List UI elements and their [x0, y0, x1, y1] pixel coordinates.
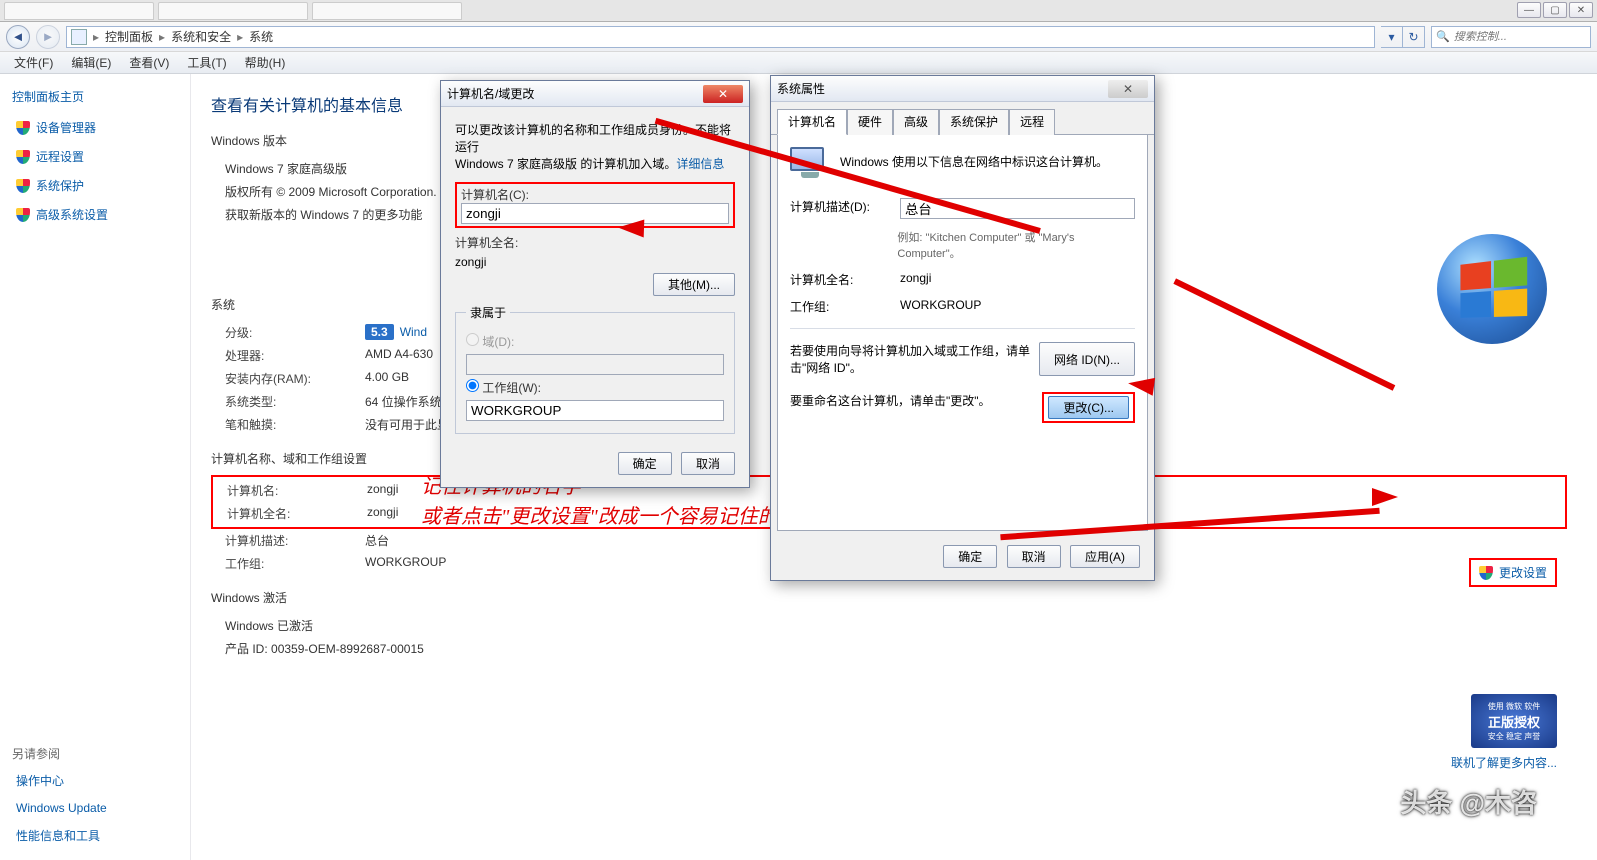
- browser-tab[interactable]: [4, 2, 154, 20]
- sidebar-home[interactable]: 控制面板主页: [12, 88, 178, 105]
- tab-computername[interactable]: 计算机名: [777, 109, 847, 135]
- maximize-button[interactable]: ▢: [1543, 2, 1567, 18]
- fullname-value: zongji: [900, 271, 931, 288]
- cancel-button[interactable]: 取消: [681, 452, 735, 475]
- arrow-head-icon: [618, 219, 645, 238]
- activation-status: Windows 已激活: [225, 617, 313, 634]
- change-button[interactable]: 更改(C)...: [1048, 396, 1129, 419]
- dialog-name-change: 计算机名/域更改 ✕ 可以更改该计算机的名称和工作组成员身份。不能将运行Wind…: [440, 80, 750, 488]
- sidebar: 控制面板主页 设备管理器 远程设置 系统保护 高级系统设置 另请参阅 操作中心 …: [0, 74, 190, 860]
- apply-button[interactable]: 应用(A): [1070, 545, 1140, 568]
- member-of-group: 隶属于 域(D): 工作组(W):: [455, 304, 735, 434]
- other-button[interactable]: 其他(M)...: [653, 273, 735, 296]
- windows-logo: [1437, 234, 1557, 354]
- network-id-button[interactable]: 网络 ID(N)...: [1039, 342, 1135, 376]
- menu-edit[interactable]: 编辑(E): [63, 52, 119, 73]
- ok-button[interactable]: 确定: [943, 545, 997, 568]
- arrow-head-icon: [1372, 488, 1398, 506]
- computer-name: zongji: [367, 482, 398, 499]
- shield-icon: [16, 150, 30, 164]
- minimize-button[interactable]: —: [1517, 2, 1541, 18]
- details-link[interactable]: 详细信息: [676, 157, 724, 171]
- menu-tool[interactable]: 工具(T): [179, 52, 234, 73]
- sidebar-remote[interactable]: 远程设置: [12, 146, 178, 167]
- systype-value: 64 位操作系统: [365, 393, 442, 410]
- control-panel-icon: [71, 29, 87, 45]
- tab-remote[interactable]: 远程: [1009, 109, 1055, 135]
- highlight-name-input: 计算机名(C):: [455, 182, 735, 228]
- forward-button[interactable]: ►: [36, 25, 60, 49]
- address-row: ◄ ► ▸ 控制面板 ▸ 系统和安全 ▸ 系统 ▾ ↻ 🔍: [0, 22, 1597, 52]
- menu-view[interactable]: 查看(V): [121, 52, 177, 73]
- dialog-system-properties: 系统属性 ✕ 计算机名 硬件 高级 系统保护 远程 Windows 使用以下信息…: [770, 75, 1155, 581]
- sidebar-windows-update[interactable]: Windows Update: [12, 799, 178, 817]
- arrow-head-icon: [1127, 374, 1155, 395]
- close-icon[interactable]: ✕: [703, 85, 743, 103]
- computer-name-input[interactable]: [461, 203, 729, 224]
- tab-hardware[interactable]: 硬件: [847, 109, 893, 135]
- section-activation: Windows 激活: [211, 589, 1567, 606]
- watermark: 头条 @木咨: [1400, 783, 1537, 820]
- cpu-value: AMD A4-630: [365, 347, 433, 364]
- workgroup-radio[interactable]: [466, 379, 479, 392]
- dialog-title: 系统属性: [777, 80, 825, 97]
- product-id: 产品 ID: 00359-OEM-8992687-00015: [225, 640, 424, 657]
- computer-desc: 总台: [365, 532, 389, 549]
- tab-advanced[interactable]: 高级: [893, 109, 939, 135]
- shield-icon: [16, 121, 30, 135]
- windows-edition: Windows 7 家庭高级版: [225, 160, 347, 177]
- close-icon[interactable]: ✕: [1108, 80, 1148, 98]
- workgroup-value: WORKGROUP: [900, 298, 981, 315]
- copyright: 版权所有 © 2009 Microsoft Corporation.: [225, 183, 437, 200]
- workgroup-input[interactable]: [466, 400, 724, 421]
- dialog-title: 计算机名/域更改: [447, 85, 534, 102]
- domain-input: [466, 354, 724, 375]
- get-more-features-link[interactable]: 获取新版本的 Windows 7 的更多功能: [225, 206, 422, 223]
- addr-dropdown[interactable]: ▾: [1381, 26, 1403, 48]
- learn-more-link[interactable]: 联机了解更多内容...: [1451, 754, 1557, 771]
- computer-fullname: zongji: [367, 505, 398, 522]
- breadcrumb-bar[interactable]: ▸ 控制面板 ▸ 系统和安全 ▸ 系统: [66, 26, 1375, 48]
- window-controls: — ▢ ✕: [1517, 2, 1593, 18]
- browser-tab[interactable]: [312, 2, 462, 20]
- ram-value: 4.00 GB: [365, 370, 409, 387]
- sidebar-sysprotect[interactable]: 系统保护: [12, 175, 178, 196]
- change-settings-link[interactable]: 更改设置: [1469, 558, 1557, 587]
- sidebar-advsys[interactable]: 高级系统设置: [12, 204, 178, 225]
- shield-icon: [1479, 566, 1493, 580]
- tab-sysprotect[interactable]: 系统保护: [939, 109, 1009, 135]
- cancel-button[interactable]: 取消: [1007, 545, 1061, 568]
- domain-radio: [466, 333, 479, 346]
- menu-file[interactable]: 文件(F): [6, 52, 61, 73]
- menubar: 文件(F) 编辑(E) 查看(V) 工具(T) 帮助(H): [0, 52, 1597, 74]
- sidebar-action-center[interactable]: 操作中心: [12, 770, 178, 791]
- crumb-l2[interactable]: 系统: [249, 28, 273, 45]
- fullname-value: zongji: [455, 255, 735, 269]
- genuine-badge: 使用 微软 软件 正版授权 安全 稳定 声誉: [1471, 694, 1557, 748]
- shield-icon: [16, 179, 30, 193]
- search-input[interactable]: [1454, 31, 1586, 43]
- rating-badge: 5.3: [365, 324, 394, 340]
- tab-pane: Windows 使用以下信息在网络中标识这台计算机。 计算机描述(D): 例如:…: [777, 135, 1148, 531]
- close-button[interactable]: ✕: [1569, 2, 1593, 18]
- search-icon: 🔍: [1436, 30, 1450, 43]
- sidebar-perf-tools[interactable]: 性能信息和工具: [12, 825, 178, 846]
- tabs: 计算机名 硬件 高级 系统保护 远程: [771, 102, 1154, 135]
- browser-tab[interactable]: [158, 2, 308, 20]
- menu-help[interactable]: 帮助(H): [237, 52, 294, 73]
- crumb-root[interactable]: 控制面板: [105, 28, 153, 45]
- back-button[interactable]: ◄: [6, 25, 30, 49]
- also-see-label: 另请参阅: [12, 745, 178, 762]
- search-box[interactable]: 🔍: [1431, 26, 1591, 48]
- sidebar-device-manager[interactable]: 设备管理器: [12, 117, 178, 138]
- shield-icon: [16, 208, 30, 222]
- refresh-button[interactable]: ↻: [1403, 26, 1425, 48]
- crumb-l1[interactable]: 系统和安全: [171, 28, 231, 45]
- ok-button[interactable]: 确定: [618, 452, 672, 475]
- browser-tabstrip: [0, 0, 1597, 22]
- workgroup: WORKGROUP: [365, 555, 446, 572]
